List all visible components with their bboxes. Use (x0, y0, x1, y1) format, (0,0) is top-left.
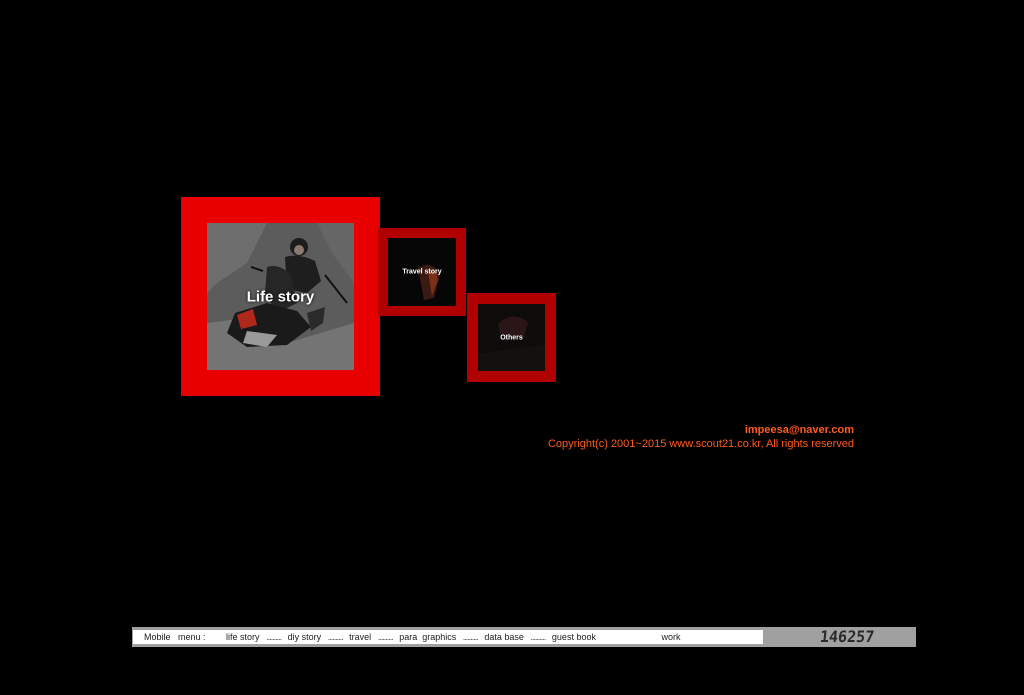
menu-separator: .......... (266, 632, 282, 642)
others-label[interactable]: Others (467, 334, 556, 341)
travel-story-tile[interactable]: Travel story (378, 228, 466, 316)
copyright-text: Copyright(c) 2001~2015 www.scout21.co.kr… (547, 438, 854, 450)
menu-link-diy-story[interactable]: diy story (288, 632, 322, 642)
contact-email-link[interactable]: impeesa@naver.com (548, 423, 854, 437)
work-button[interactable]: work (647, 630, 695, 644)
contact-info: impeesa@naver.com Copyright(c) 2001~2015… (548, 423, 854, 451)
menu-separator: .......... (462, 632, 479, 642)
bottom-menu-bar: Mobile menu : life story .......... diy … (132, 627, 916, 647)
travel-story-label[interactable]: Travel story (378, 269, 466, 276)
life-story-label[interactable]: Life story (181, 288, 380, 305)
others-tile[interactable]: Others (467, 293, 556, 382)
menu-separator: .......... (530, 632, 546, 642)
menu-link-data-base[interactable]: data base (484, 632, 524, 642)
menu-link-para-graphics[interactable]: para graphics (399, 632, 456, 642)
menu-link-life-story[interactable]: life story (226, 632, 260, 642)
menu-link-guest-book[interactable]: guest book (552, 632, 596, 642)
life-story-tile[interactable]: Life story (181, 197, 380, 396)
visit-counter: 146257 (819, 627, 876, 647)
menu-separator: .......... (377, 632, 394, 642)
menu-separator: .......... (327, 632, 344, 642)
menu-link-travel[interactable]: travel (349, 632, 371, 642)
mobile-menu-label: Mobile menu : (144, 632, 206, 642)
